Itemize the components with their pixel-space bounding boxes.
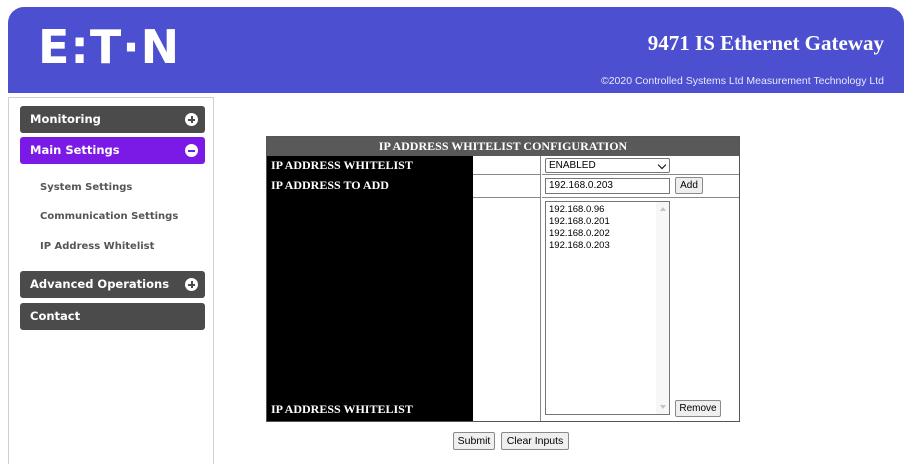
- ip-to-add-label: IP ADDRESS TO ADD: [267, 175, 473, 198]
- sidebar: Monitoring Main Settings System Settings…: [8, 97, 214, 464]
- clear-inputs-button[interactable]: Clear Inputs: [501, 432, 569, 450]
- whitelist-enabled-select[interactable]: ENABLED: [545, 158, 670, 173]
- menu-advanced-operations[interactable]: Advanced Operations: [20, 271, 205, 298]
- menu-main-settings[interactable]: Main Settings: [20, 137, 205, 164]
- eaton-logo: E:T·N: [38, 20, 181, 74]
- minus-circle-icon: [185, 144, 198, 157]
- header-banner: E:T·N 9471 IS Ethernet Gateway ©2020 Con…: [8, 7, 904, 93]
- app-title: 9471 IS Ethernet Gateway: [647, 31, 884, 55]
- chevron-down-icon: [657, 160, 667, 170]
- submenu-communication-settings[interactable]: Communication Settings: [40, 211, 178, 222]
- whitelist-list-cell: 192.168.0.96 192.168.0.201 192.168.0.202…: [542, 198, 739, 421]
- menu-monitoring[interactable]: Monitoring: [20, 106, 205, 133]
- submit-button[interactable]: Submit: [453, 432, 495, 450]
- remove-button[interactable]: Remove: [675, 400, 721, 417]
- table-spacer-cell: [473, 156, 541, 175]
- list-item[interactable]: 192.168.0.203: [549, 240, 610, 251]
- listbox-scrollbar[interactable]: [656, 202, 669, 414]
- plus-circle-icon: [185, 113, 198, 126]
- whitelist-config-table: IP ADDRESS WHITELIST CONFIGURATION IP AD…: [266, 136, 740, 422]
- ip-to-add-input[interactable]: 192.168.0.203: [545, 178, 670, 194]
- whitelist-list-label: IP ADDRESS WHITELIST: [271, 402, 413, 416]
- whitelist-enabled-cell: ENABLED: [542, 156, 739, 175]
- whitelist-list-label-cell: IP ADDRESS WHITELIST: [267, 198, 473, 421]
- list-item[interactable]: 192.168.0.201: [549, 216, 610, 227]
- scroll-down-icon[interactable]: [660, 405, 666, 409]
- table-spacer-cell: [473, 198, 541, 421]
- menu-contact-label: Contact: [30, 309, 81, 323]
- menu-main-settings-label: Main Settings: [30, 143, 120, 157]
- whitelist-listbox[interactable]: 192.168.0.96 192.168.0.201 192.168.0.202…: [545, 201, 670, 415]
- config-table-title: IP ADDRESS WHITELIST CONFIGURATION: [267, 137, 739, 156]
- ip-to-add-cell: 192.168.0.203 Add: [542, 175, 739, 198]
- whitelist-enabled-label: IP ADDRESS WHITELIST: [267, 156, 473, 175]
- add-button[interactable]: Add: [675, 177, 703, 194]
- list-item[interactable]: 192.168.0.202: [549, 228, 610, 239]
- submenu-ip-address-whitelist[interactable]: IP Address Whitelist: [40, 241, 154, 252]
- submenu-system-settings[interactable]: System Settings: [40, 182, 132, 193]
- table-spacer-cell: [473, 175, 541, 198]
- plus-circle-icon: [185, 278, 198, 291]
- menu-contact[interactable]: Contact: [20, 303, 205, 330]
- scroll-up-icon[interactable]: [660, 207, 666, 211]
- menu-monitoring-label: Monitoring: [30, 112, 101, 126]
- whitelist-enabled-value: ENABLED: [549, 160, 596, 171]
- copyright-text: ©2020 Controlled Systems Ltd Measurement…: [600, 75, 884, 87]
- menu-advanced-operations-label: Advanced Operations: [30, 277, 170, 291]
- list-item[interactable]: 192.168.0.96: [549, 204, 604, 215]
